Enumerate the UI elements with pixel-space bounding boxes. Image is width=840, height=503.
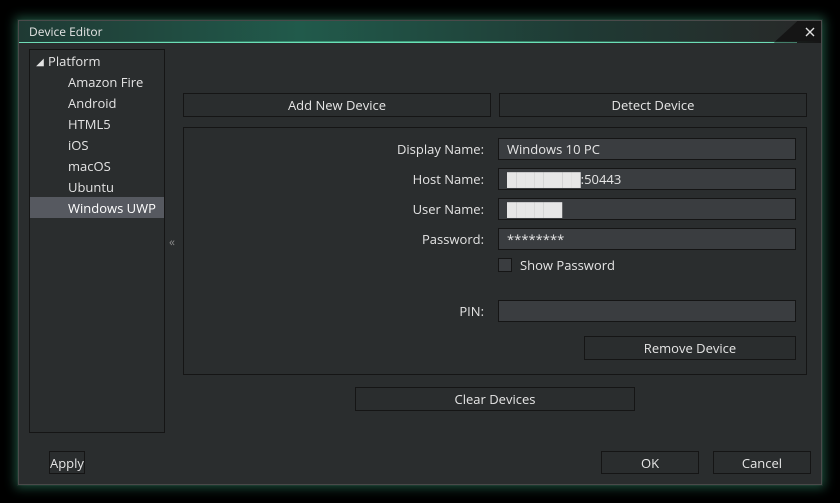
clear-devices-row: Clear Devices	[179, 387, 811, 411]
remove-device-row: Remove Device	[194, 336, 796, 360]
tree-item-label: Amazon Fire	[68, 73, 143, 91]
host-name-row: Host Name: ████████:50443	[194, 168, 796, 190]
apply-button[interactable]: Apply	[49, 451, 85, 474]
ok-button[interactable]: OK	[601, 451, 699, 474]
collapse-sidebar-handle[interactable]: «	[165, 49, 179, 433]
top-button-row: Add New Device Detect Device	[179, 93, 811, 127]
collapse-icon: «	[169, 233, 175, 250]
show-password-label: Show Password	[520, 256, 615, 274]
user-name-row: User Name: ██████	[194, 198, 796, 220]
tree-item-android[interactable]: Android	[30, 92, 164, 113]
pin-row: PIN:	[194, 300, 796, 322]
button-label: Clear Devices	[455, 390, 536, 408]
main-panel: Add New Device Detect Device Display Nam…	[179, 49, 811, 433]
tree-item-label: iOS	[68, 136, 89, 154]
show-password-checkbox[interactable]	[498, 258, 512, 272]
titlebar[interactable]: Device Editor	[19, 21, 821, 43]
button-label: Apply	[50, 454, 84, 472]
host-name-input[interactable]: ████████:50443	[498, 168, 796, 190]
input-value: ██████	[507, 200, 562, 218]
tree-item-ios[interactable]: iOS	[30, 134, 164, 155]
cancel-button[interactable]: Cancel	[713, 451, 811, 474]
display-name-input[interactable]: Windows 10 PC	[498, 138, 796, 160]
tree-item-amazon-fire[interactable]: Amazon Fire	[30, 71, 164, 92]
bottom-button-bar: Apply OK Cancel	[29, 451, 811, 474]
host-name-label: Host Name:	[194, 170, 484, 188]
tree-item-windows-uwp[interactable]: Windows UWP	[30, 197, 164, 218]
button-label: Cancel	[742, 454, 782, 472]
button-label: Add New Device	[288, 96, 386, 114]
clear-devices-button[interactable]: Clear Devices	[355, 387, 635, 411]
password-input[interactable]: ********	[498, 228, 796, 250]
user-name-label: User Name:	[194, 200, 484, 218]
detect-device-button[interactable]: Detect Device	[499, 93, 807, 117]
tree-item-ubuntu[interactable]: Ubuntu	[30, 176, 164, 197]
client-area: ◢ Platform Amazon Fire Android HTML5 iOS…	[19, 43, 821, 484]
button-label: Detect Device	[612, 96, 695, 114]
tree-item-label: Ubuntu	[68, 178, 114, 196]
device-form-panel: Display Name: Windows 10 PC Host Name: █…	[183, 127, 807, 375]
close-icon	[805, 27, 815, 37]
upper-area: ◢ Platform Amazon Fire Android HTML5 iOS…	[29, 49, 811, 433]
remove-device-button[interactable]: Remove Device	[584, 336, 796, 360]
close-button[interactable]	[797, 21, 821, 43]
password-label: Password:	[194, 230, 484, 248]
pin-label: PIN:	[194, 302, 484, 320]
input-value: ████████:50443	[507, 170, 621, 188]
input-value: Windows 10 PC	[507, 140, 600, 158]
platform-tree[interactable]: ◢ Platform Amazon Fire Android HTML5 iOS…	[29, 49, 165, 433]
display-name-label: Display Name:	[194, 140, 484, 158]
add-new-device-button[interactable]: Add New Device	[183, 93, 491, 117]
tree-item-macos[interactable]: macOS	[30, 155, 164, 176]
device-editor-window: Device Editor ◢ Platform Amazon Fire And…	[18, 20, 822, 485]
input-value: ********	[507, 230, 564, 248]
pin-input[interactable]	[498, 300, 796, 322]
titlebar-slope	[774, 21, 798, 43]
disclosure-triangle-icon[interactable]: ◢	[34, 54, 46, 68]
tree-item-label: macOS	[68, 157, 111, 175]
tree-item-label: HTML5	[68, 115, 111, 133]
display-name-row: Display Name: Windows 10 PC	[194, 138, 796, 160]
button-label: OK	[641, 454, 659, 472]
tree-root-label: Platform	[48, 52, 101, 70]
password-row: Password: ********	[194, 228, 796, 250]
tree-item-label: Windows UWP	[68, 199, 156, 217]
show-password-row: Show Password	[194, 256, 796, 274]
tree-root-platform[interactable]: ◢ Platform	[30, 50, 164, 71]
button-label: Remove Device	[644, 339, 736, 357]
tree-item-label: Android	[68, 94, 117, 112]
user-name-input[interactable]: ██████	[498, 198, 796, 220]
window-title: Device Editor	[19, 23, 103, 40]
tree-item-html5[interactable]: HTML5	[30, 113, 164, 134]
